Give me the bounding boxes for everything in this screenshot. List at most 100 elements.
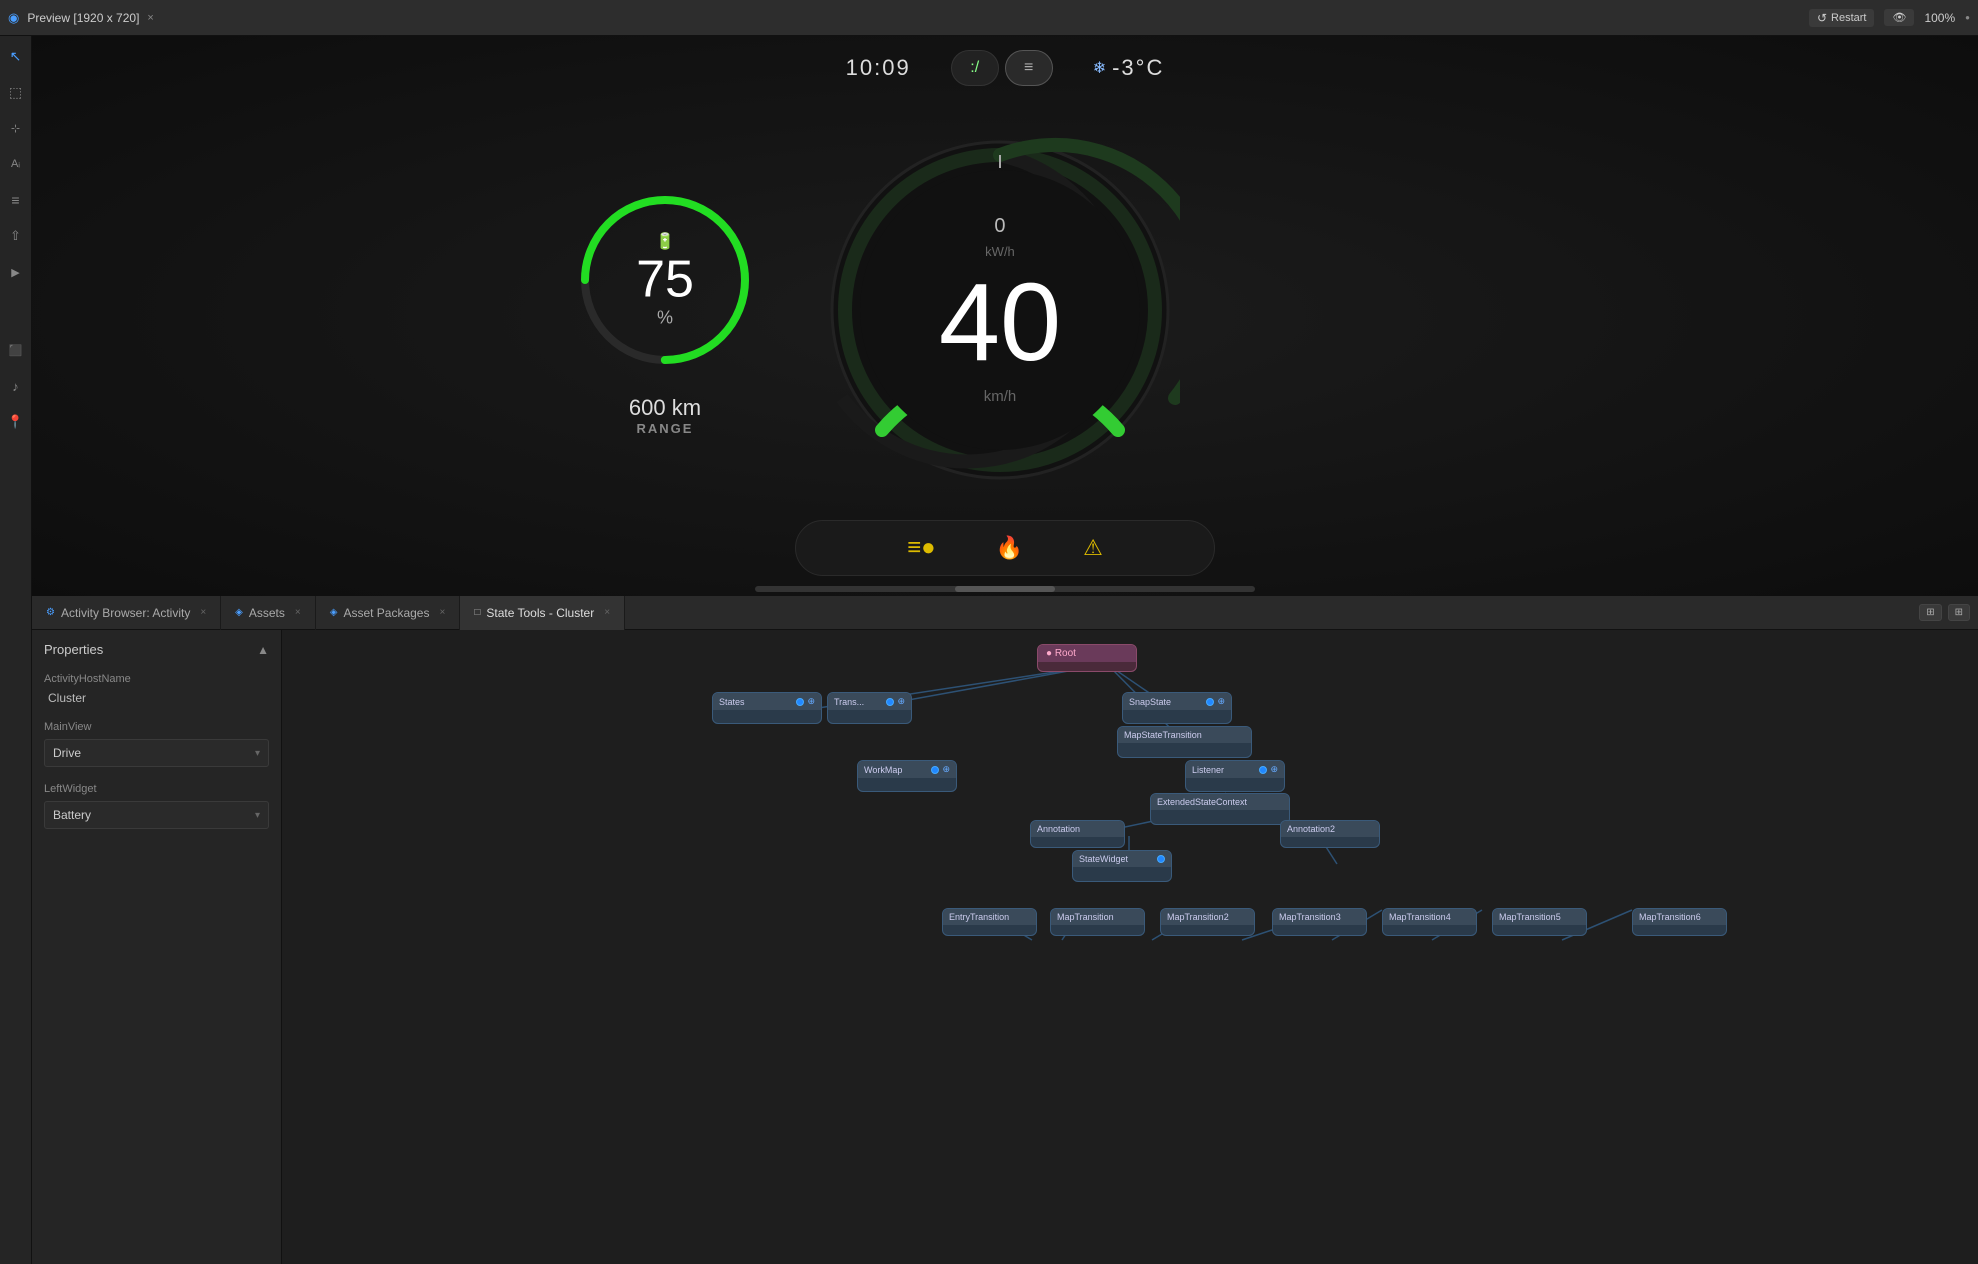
node-state-widget-port[interactable] <box>1157 855 1165 863</box>
tab-close-3[interactable]: × <box>604 607 610 618</box>
preview-scrollbar-thumb <box>955 586 1055 592</box>
left-sidebar: ↖ ⬚ ⊹ Aᵢ ≡ ⇧ ▶ ⬛ ♪ 📍 <box>0 36 32 1264</box>
preview-scrollbar[interactable] <box>755 586 1255 592</box>
bottom-panel: Properties ▲ ActivityHostName Cluster Ma… <box>32 630 1978 1264</box>
dot-indicator: ● <box>1965 13 1970 22</box>
sidebar-select-icon[interactable]: ⬚ <box>4 80 28 104</box>
speed-unit: km/h <box>984 388 1017 405</box>
node-extended-state[interactable]: ExtendedStateContext <box>1150 793 1290 825</box>
node-state-widget[interactable]: StateWidget <box>1072 850 1172 882</box>
prop-main-view: MainView Drive ▾ <box>44 721 269 767</box>
node-bottom6[interactable]: MapTransition5 <box>1492 908 1587 936</box>
sidebar-screen-icon[interactable]: ⬛ <box>4 338 28 362</box>
cluster-weather: ❄ -3°C <box>1093 55 1165 81</box>
main-layout: ↖ ⬚ ⊹ Aᵢ ≡ ⇧ ▶ ⬛ ♪ 📍 10:09 :/ <box>0 36 1978 1264</box>
node-snap-state-label: SnapState <box>1129 697 1171 707</box>
node-states-label: States <box>719 697 745 707</box>
properties-title: Properties <box>44 642 103 657</box>
tab-activity-browser[interactable]: ⚙ Activity Browser: Activity × <box>32 596 221 630</box>
node-annotation1[interactable]: Annotation <box>1030 820 1125 848</box>
tab-asset-packages[interactable]: ◈ Asset Packages × <box>316 596 461 630</box>
node-trans[interactable]: Trans... ⊕ <box>827 692 912 724</box>
node-bottom3[interactable]: MapTransition2 <box>1160 908 1255 936</box>
node-bottom2[interactable]: MapTransition <box>1050 908 1145 936</box>
prop-select-left-widget[interactable]: Battery ▾ <box>44 801 269 829</box>
eye-icon: 👁 <box>1892 11 1906 24</box>
battery-inner: 🔋 75 % <box>636 231 694 328</box>
node-trans-label: Trans... <box>834 697 864 707</box>
node-listener-port[interactable] <box>1259 766 1267 774</box>
sidebar-share-icon[interactable]: ⇧ <box>4 224 28 248</box>
logo2-icon: ≡ <box>1024 59 1033 77</box>
battery-gauge: 🔋 75 % 600 km RANGE <box>570 185 760 436</box>
tabs-extra-btn1[interactable]: ⊞ <box>1919 604 1941 621</box>
prop-select-main-view[interactable]: Drive ▾ <box>44 739 269 767</box>
node-bottom5[interactable]: MapTransition4 <box>1382 908 1477 936</box>
graph-area[interactable]: ● Root States ⊕ <box>282 630 1978 1264</box>
tab-close-1[interactable]: × <box>295 607 301 618</box>
sidebar-layers-icon[interactable]: ≡ <box>4 188 28 212</box>
node-bottom7[interactable]: MapTransition6 <box>1632 908 1727 936</box>
tire-warning-icon: ⚠ <box>1083 535 1103 561</box>
tab-icon-state: □ <box>474 607 480 618</box>
node-state-widget-label: StateWidget <box>1079 854 1128 864</box>
node-bottom4[interactable]: MapTransition3 <box>1272 908 1367 936</box>
prop-select-arrow-main-view: ▾ <box>255 748 260 759</box>
tabs-extra-btn2[interactable]: ⊞ <box>1948 604 1970 621</box>
prop-label-left-widget: LeftWidget <box>44 783 269 795</box>
prop-select-arrow-left-widget: ▾ <box>255 810 260 821</box>
node-listener-label: Listener <box>1192 765 1224 775</box>
tab-close-0[interactable]: × <box>200 607 206 618</box>
sidebar-video-icon[interactable]: ▶ <box>4 260 28 284</box>
node-states-port1[interactable] <box>796 698 804 706</box>
cluster-ui: 10:09 :/ ≡ ❄ -3°C <box>32 36 1978 596</box>
node-annotation1-label: Annotation <box>1037 824 1080 834</box>
node-root-label: ● Root <box>1046 648 1076 659</box>
speed-gauge: 0 kW/h 40 km/h <box>820 130 1180 490</box>
battery-circle: 🔋 75 % <box>570 185 760 375</box>
battery-range-value: 600 km <box>629 395 701 421</box>
prop-label-activity-host: ActivityHostName <box>44 673 269 685</box>
cluster-logo-btn2[interactable]: ≡ <box>1005 50 1053 86</box>
node-workmap-port[interactable] <box>931 766 939 774</box>
node-workmap[interactable]: WorkMap ⊕ <box>857 760 957 792</box>
tab-close-2[interactable]: × <box>439 607 445 618</box>
warning-bar: ≡● 🔥 ⚠ <box>795 520 1215 576</box>
preview-area: 10:09 :/ ≡ ❄ -3°C <box>32 36 1978 596</box>
node-annotation2[interactable]: Annotation2 <box>1280 820 1380 848</box>
zoom-level: 100% <box>1924 11 1955 25</box>
node-listener[interactable]: Listener ⊕ <box>1185 760 1285 792</box>
restart-button[interactable]: ↺ Restart <box>1809 9 1875 27</box>
tab-state-tools[interactable]: □ State Tools - Cluster × <box>460 596 625 630</box>
node-states[interactable]: States ⊕ <box>712 692 822 724</box>
node-root[interactable]: ● Root <box>1037 644 1137 672</box>
tab-icon-assets: ◈ <box>235 607 243 618</box>
node-snap-state-port[interactable] <box>1206 698 1214 706</box>
node-bottom1[interactable]: EntryTransition <box>942 908 1037 936</box>
node-map-state[interactable]: MapStateTransition <box>1117 726 1252 758</box>
prop-select-left-widget-value: Battery <box>53 808 91 822</box>
battery-range-area: 600 km RANGE <box>629 391 701 436</box>
title-close[interactable]: × <box>147 12 153 24</box>
properties-collapse-btn[interactable]: ▲ <box>257 643 269 657</box>
eye-button[interactable]: 👁 <box>1884 9 1914 26</box>
engine-warning-icon: 🔥 <box>996 535 1023 561</box>
node-snap-state[interactable]: SnapState ⊕ <box>1122 692 1232 724</box>
properties-header: Properties ▲ <box>44 642 269 657</box>
prop-label-main-view: MainView <box>44 721 269 733</box>
cluster-logo-btn1[interactable]: :/ <box>951 50 999 86</box>
sidebar-cursor-icon[interactable]: ⊹ <box>4 116 28 140</box>
sidebar-text-icon[interactable]: Aᵢ <box>4 152 28 176</box>
prop-select-main-view-value: Drive <box>53 746 81 760</box>
tabs-bar: ⚙ Activity Browser: Activity × ◈ Assets … <box>32 596 1978 630</box>
speed-value: 40 <box>939 273 1061 372</box>
sidebar-pointer-icon[interactable]: ↖ <box>4 44 28 68</box>
node-extended-state-label: ExtendedStateContext <box>1157 797 1247 807</box>
tab-assets[interactable]: ◈ Assets × <box>221 596 316 630</box>
node-annotation2-label: Annotation2 <box>1287 824 1335 834</box>
speed-inner: 0 kW/h 40 km/h <box>939 215 1061 405</box>
properties-panel: Properties ▲ ActivityHostName Cluster Ma… <box>32 630 282 1264</box>
sidebar-music-icon[interactable]: ♪ <box>4 374 28 398</box>
sidebar-location-icon[interactable]: 📍 <box>4 410 28 434</box>
node-trans-port[interactable] <box>886 698 894 706</box>
